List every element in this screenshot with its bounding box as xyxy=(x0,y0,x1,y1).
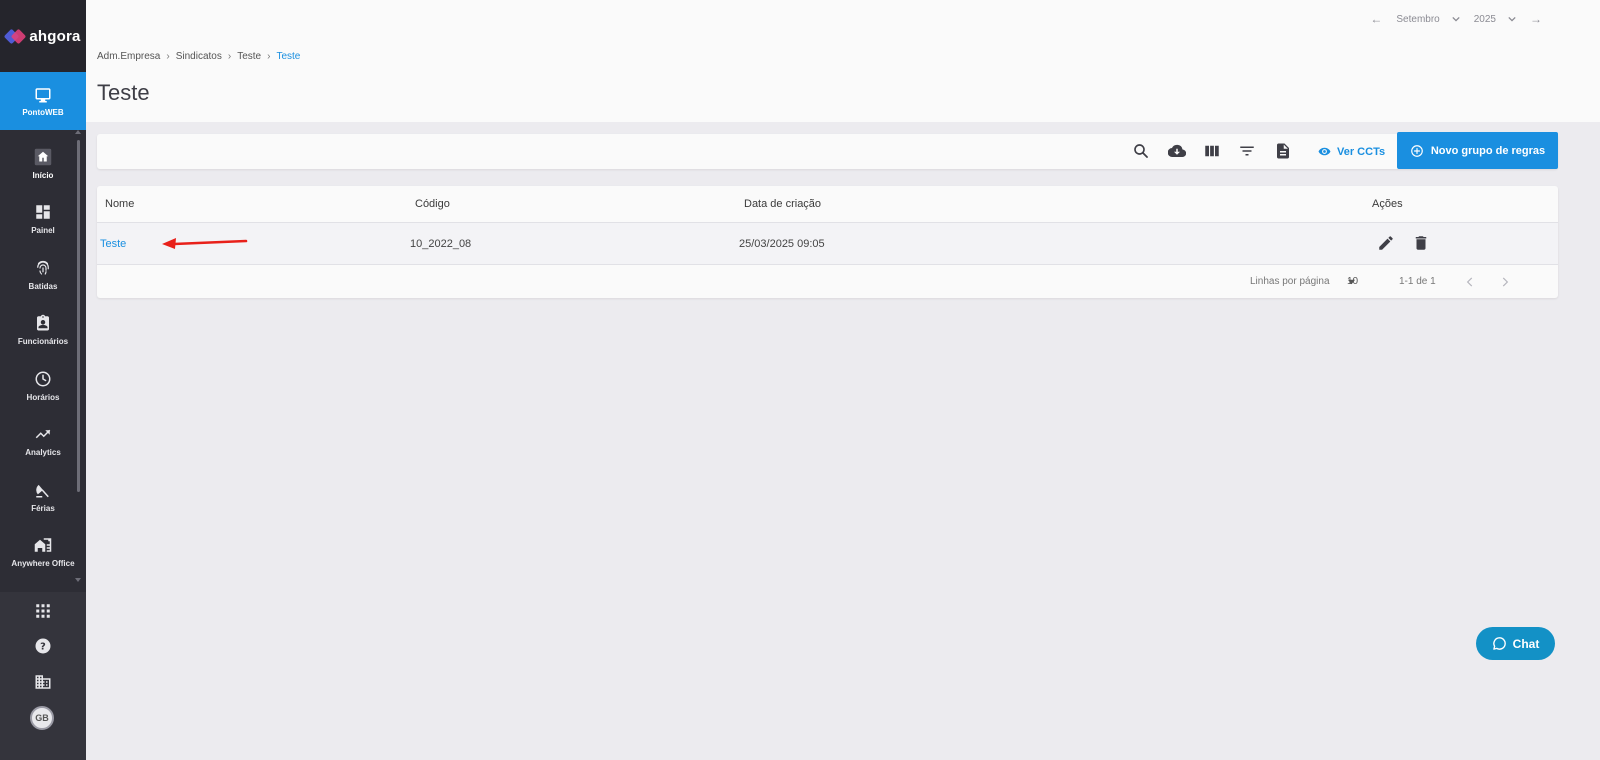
sidebar-item-painel[interactable]: Painel xyxy=(0,192,86,248)
row-codigo: 10_2022_08 xyxy=(410,237,472,250)
logo-text: ahgora xyxy=(29,27,81,45)
sidebar-item-label: Horários xyxy=(26,392,60,402)
fingerprint-icon xyxy=(37,260,49,275)
chat-bubble-icon xyxy=(1492,637,1506,650)
cloud-download-icon[interactable] xyxy=(1168,142,1186,160)
sidebar-item-anywhere-office[interactable]: Anywhere Office xyxy=(0,525,86,581)
period-selector: ← Setembro 2025 → xyxy=(1370,12,1542,26)
red-arrow-annotation xyxy=(162,238,248,249)
next-period-icon[interactable]: → xyxy=(1530,12,1542,26)
filter-icon[interactable] xyxy=(1238,142,1256,160)
row-data-criacao: 25/03/2025 09:05 xyxy=(739,237,825,250)
novo-grupo-label: Novo grupo de regras xyxy=(1430,144,1546,157)
apps-icon[interactable] xyxy=(34,602,52,620)
rows-per-page-value: 10 xyxy=(1347,276,1359,287)
document-icon[interactable] xyxy=(1274,142,1292,160)
eye-icon xyxy=(1318,147,1331,156)
help-icon[interactable]: ? xyxy=(34,637,52,655)
module-pontoweb[interactable]: PontoWEB xyxy=(0,72,86,130)
sidebar-item-ferias[interactable]: Férias xyxy=(0,469,86,525)
clock-icon xyxy=(35,371,51,387)
year-select[interactable]: 2025 xyxy=(1474,14,1516,25)
columns-icon[interactable] xyxy=(1203,142,1221,160)
year-value: 2025 xyxy=(1473,13,1496,25)
chevron-right-icon: › xyxy=(166,51,170,62)
month-value: Setembro xyxy=(1396,13,1440,25)
breadcrumb-item[interactable]: Adm.Empresa xyxy=(97,51,160,62)
ahgora-logo-icon xyxy=(4,28,27,45)
novo-grupo-de-regras-button[interactable]: Novo grupo de regras xyxy=(1397,132,1558,169)
sidebar: ahgora PontoWEB Início Painel Batidas Fu… xyxy=(0,0,86,760)
breadcrumb-current: Teste xyxy=(276,51,301,62)
home-work-icon xyxy=(34,538,52,552)
column-header-data-criacao[interactable]: Data de criação xyxy=(744,186,821,222)
previous-page-icon[interactable] xyxy=(1463,275,1477,289)
sidebar-item-label: Início xyxy=(32,170,54,180)
toolbar: Ver CCTs Novo grupo de regras xyxy=(97,132,1558,169)
column-header-nome[interactable]: Nome xyxy=(105,186,134,222)
svg-text:?: ? xyxy=(40,641,46,652)
rows-per-page-select[interactable]: 10 xyxy=(1347,265,1359,298)
chevron-down-icon xyxy=(1508,16,1516,22)
chevron-down-icon xyxy=(1452,16,1460,22)
sidebar-item-funcionarios[interactable]: Funcionários xyxy=(0,303,86,359)
page-header: ← Setembro 2025 → Adm.Empresa › Sindicat… xyxy=(86,0,1600,122)
table-pagination: Linhas por página 10 1-1 de 1 xyxy=(97,265,1558,298)
previous-period-icon[interactable]: ← xyxy=(1370,12,1382,26)
column-header-codigo[interactable]: Código xyxy=(415,186,450,222)
sidebar-item-analytics[interactable]: Analytics xyxy=(0,414,86,470)
ahgora-logo[interactable]: ahgora xyxy=(0,0,86,72)
sidebar-scroll-up[interactable] xyxy=(75,130,81,134)
edit-icon[interactable] xyxy=(1377,234,1395,252)
sidebar-item-label: Funcionários xyxy=(17,337,69,347)
sidebar-item-label: Analytics xyxy=(25,448,61,458)
column-header-acoes: Ações xyxy=(1372,198,1403,210)
module-label: PontoWEB xyxy=(22,107,64,117)
search-icon[interactable] xyxy=(1132,142,1150,160)
sidebar-item-batidas[interactable]: Batidas xyxy=(0,247,86,303)
sidebar-scrollbar[interactable] xyxy=(77,140,80,492)
sidebar-item-label: Férias xyxy=(31,503,55,513)
user-avatar[interactable]: GB xyxy=(30,706,54,730)
month-select[interactable]: Setembro xyxy=(1396,13,1460,25)
sidebar-item-label: Batidas xyxy=(28,281,58,291)
pagination-range: 1-1 de 1 xyxy=(1399,276,1436,287)
chat-label: Chat xyxy=(1512,636,1540,651)
umbrella-icon xyxy=(36,484,49,498)
ver-ccts-button[interactable]: Ver CCTs xyxy=(1318,134,1385,169)
delete-icon[interactable] xyxy=(1412,234,1430,252)
chat-button[interactable]: Chat xyxy=(1476,627,1555,660)
sidebar-nav: Início Painel Batidas Funcionários Horár… xyxy=(0,136,86,580)
rules-table: Nome Código Data de criação Ações Teste … xyxy=(97,186,1558,298)
badge-icon xyxy=(37,315,49,331)
home-icon xyxy=(34,148,52,165)
ver-ccts-label: Ver CCTs xyxy=(1337,145,1386,158)
table-row[interactable]: Teste 10_2022_08 25/03/2025 09:05 xyxy=(97,223,1558,264)
company-icon[interactable] xyxy=(34,673,52,691)
page-title: Teste xyxy=(97,80,150,105)
sidebar-item-label: Anywhere Office xyxy=(11,559,75,569)
chevron-right-icon: › xyxy=(227,51,232,62)
breadcrumb-item[interactable]: Sindicatos xyxy=(176,51,222,62)
trending-icon xyxy=(35,429,51,439)
sidebar-item-label: Painel xyxy=(31,226,55,236)
monitor-icon xyxy=(35,87,51,102)
next-page-icon[interactable] xyxy=(1498,275,1512,289)
breadcrumb-item[interactable]: Teste xyxy=(237,51,261,62)
sidebar-item-horarios[interactable]: Horários xyxy=(0,358,86,414)
rows-per-page-label: Linhas por página xyxy=(1250,276,1330,287)
row-nome-link[interactable]: Teste xyxy=(100,223,126,264)
sidebar-scroll-down[interactable] xyxy=(75,578,81,582)
add-circle-icon xyxy=(1411,144,1423,157)
sidebar-item-inicio[interactable]: Início xyxy=(0,136,86,192)
dashboard-icon xyxy=(36,205,50,219)
chevron-right-icon: › xyxy=(267,51,271,62)
breadcrumb: Adm.Empresa › Sindicatos › Teste › Teste xyxy=(97,51,300,62)
